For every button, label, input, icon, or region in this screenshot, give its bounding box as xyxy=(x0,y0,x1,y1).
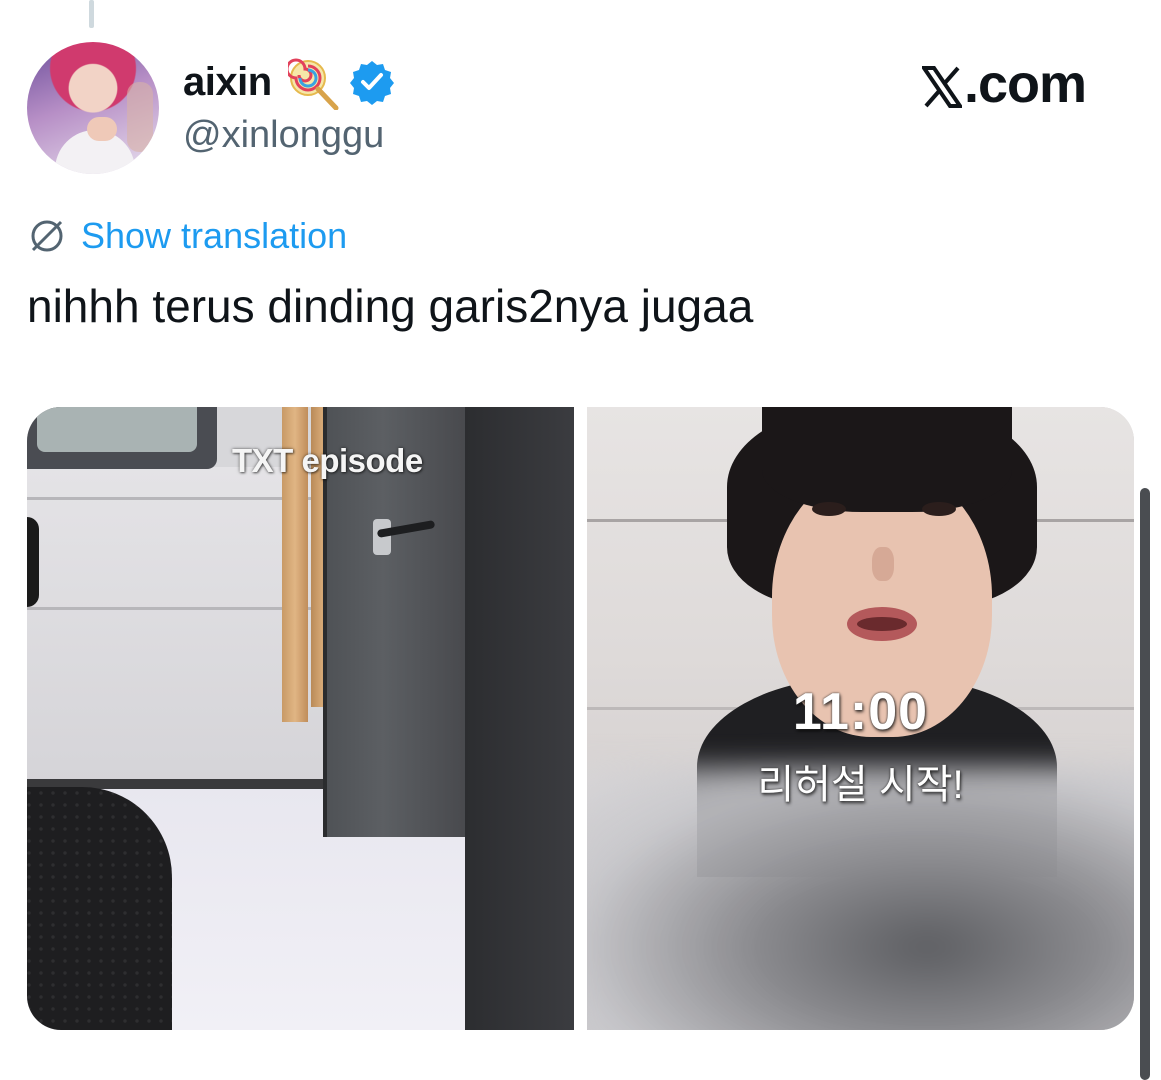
media-image-right[interactable]: 11:00 리허설 시작! xyxy=(587,407,1134,1030)
verified-badge-icon xyxy=(350,61,394,105)
thread-connector-line xyxy=(89,0,94,28)
globe-translate-icon xyxy=(31,220,63,252)
tweet-media[interactable]: TXT episode 11:00 리허설 시작! xyxy=(27,407,1134,1030)
person-fringe xyxy=(762,407,1012,512)
person-eye xyxy=(922,502,956,516)
scrollbar[interactable] xyxy=(1140,488,1150,1080)
x-logo-icon xyxy=(922,66,962,108)
avatar-background xyxy=(127,82,153,152)
user-handle[interactable]: @xinlonggu xyxy=(183,112,384,158)
avatar-hand xyxy=(87,117,117,141)
show-translation-link[interactable]: Show translation xyxy=(27,214,347,258)
jacket-texture xyxy=(27,787,172,1030)
tweet-text: nihhh terus dinding garis2nya jugaa xyxy=(27,280,754,332)
media-image-left[interactable]: TXT episode xyxy=(27,407,574,1030)
person-hair xyxy=(27,517,39,607)
dark-panel xyxy=(465,407,574,1030)
video-time-overlay: 11:00 xyxy=(792,683,929,741)
window-glass xyxy=(37,407,197,452)
lollipop-emoji-icon xyxy=(288,58,339,110)
show-translation-label[interactable]: Show translation xyxy=(81,215,347,257)
display-name[interactable]: aixin xyxy=(183,58,272,106)
video-caption-overlay: 리허설 시작! xyxy=(757,763,964,807)
person-mouth-inner xyxy=(857,617,907,631)
watermark-text: .com xyxy=(964,54,1087,114)
video-overlay-text: TXT episode xyxy=(232,442,423,479)
person-nose xyxy=(872,547,894,581)
x-com-watermark: .com xyxy=(922,54,1087,114)
window-frame xyxy=(27,407,217,469)
person-eye xyxy=(812,502,846,516)
avatar[interactable] xyxy=(27,42,159,174)
